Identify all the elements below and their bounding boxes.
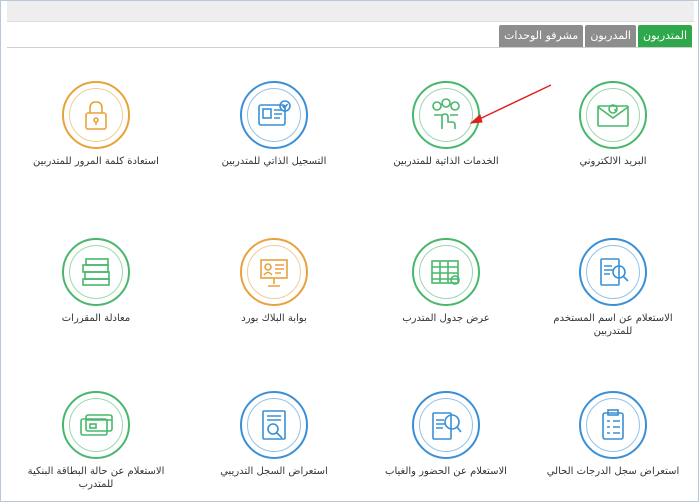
tile-label: استعادة كلمة المرور للمتدربين: [33, 156, 159, 167]
tile-attendance-inquiry[interactable]: الاستعلام عن الحضور والغياب: [376, 391, 516, 478]
lock-icon: [62, 81, 130, 149]
tile-password-recovery[interactable]: استعادة كلمة المرور للمتدربين: [26, 81, 166, 168]
tile-self-services[interactable]: الخدمات الذاتية للمتدربين: [376, 81, 516, 168]
tile-label: الاستعلام عن اسم المستخدم للمتدربين: [553, 313, 673, 337]
tile-username-inquiry[interactable]: الاستعلام عن اسم المستخدم للمتدربين: [543, 238, 683, 338]
clipboard-icon: [579, 391, 647, 459]
tile-label: الاستعلام عن الحضور والغياب: [385, 466, 507, 477]
tile-bank-card-status[interactable]: الاستعلام عن حالة البطاقة البنكية للمتدر…: [26, 391, 166, 491]
tab-trainers[interactable]: المدربون: [585, 25, 636, 47]
tile-training-record[interactable]: استعراض السجل التدريبي: [204, 391, 344, 478]
email-icon: [579, 81, 647, 149]
tile-course-equivalency[interactable]: معادلة المقررات: [26, 238, 166, 325]
tab-unit-supervisors[interactable]: مشرفو الوحدات: [499, 25, 584, 47]
tab-trainees[interactable]: المتدربون: [638, 25, 692, 47]
schedule-table-icon: [412, 238, 480, 306]
tile-self-registration[interactable]: التسجيل الذاتي للمتدربين: [204, 81, 344, 168]
tile-label: الاستعلام عن حالة البطاقة البنكية للمتدر…: [27, 466, 165, 490]
blackboard-icon: [240, 238, 308, 306]
tab-bar: المتدربون المدربون مشرفو الوحدات: [499, 25, 692, 47]
bank-card-icon: [62, 391, 130, 459]
tile-label: الخدمات الذاتية للمتدربين: [393, 156, 499, 167]
tile-email[interactable]: البريد الالكتروني: [543, 81, 683, 168]
search-document-icon: [579, 238, 647, 306]
tile-label: معادلة المقررات: [61, 313, 131, 324]
tile-label: استعراض السجل التدريبي: [220, 466, 328, 477]
tile-label: التسجيل الذاتي للمتدربين: [221, 156, 327, 167]
self-service-icon: [412, 81, 480, 149]
attendance-search-icon: [412, 391, 480, 459]
portal-frame: المتدربون المدربون مشرفو الوحدات البريد …: [0, 0, 699, 502]
tile-label: بوابة البلاك بورد: [241, 313, 307, 324]
books-icon: [62, 238, 130, 306]
tab-underline: [7, 47, 692, 48]
id-card-icon: [240, 81, 308, 149]
tile-blackboard[interactable]: بوابة البلاك بورد: [204, 238, 344, 325]
top-bar: [7, 1, 694, 22]
tile-label: عرض جدول المتدرب: [402, 313, 490, 324]
tile-label: استعراض سجل الدرجات الحالي: [546, 466, 680, 477]
training-record-icon: [240, 391, 308, 459]
tile-current-grades[interactable]: استعراض سجل الدرجات الحالي: [543, 391, 683, 478]
tile-label: البريد الالكتروني: [579, 156, 647, 167]
tile-trainee-schedule[interactable]: عرض جدول المتدرب: [376, 238, 516, 325]
